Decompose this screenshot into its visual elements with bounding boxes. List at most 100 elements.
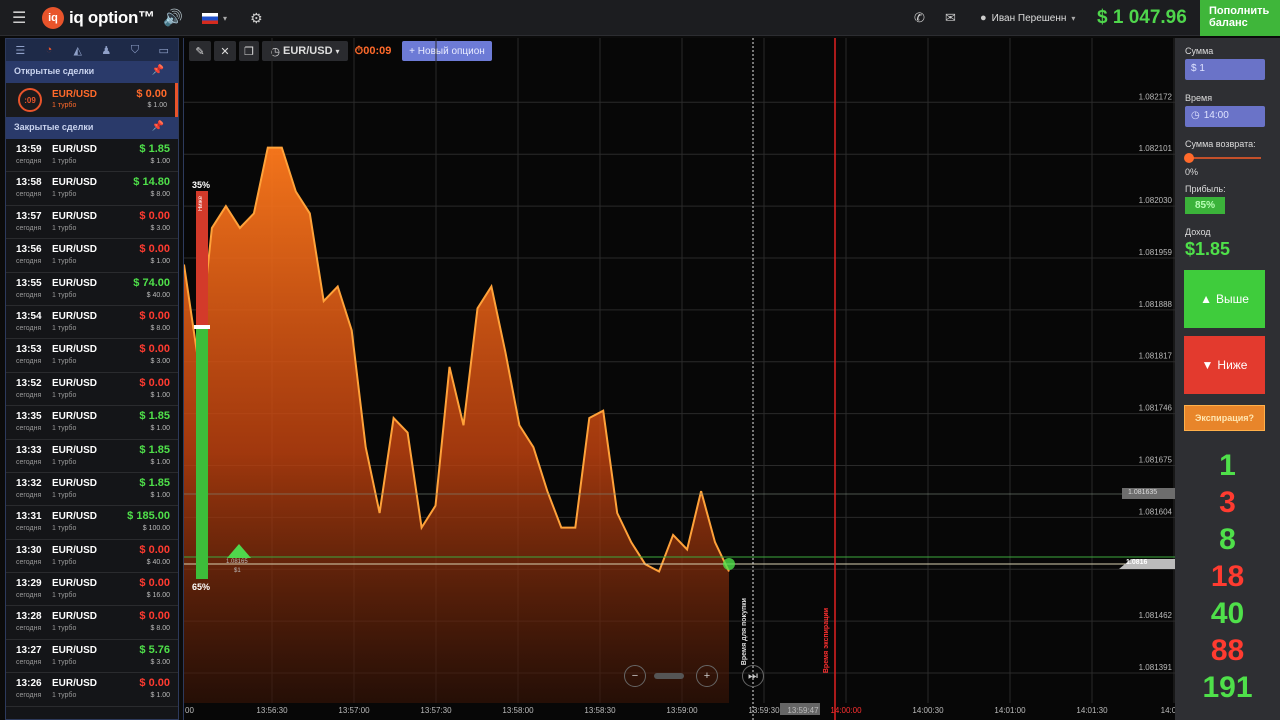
deal-amount: $ 1.00 <box>150 491 170 499</box>
table-row[interactable]: 13:58 сегодня EUR/USD 1 турбо $ 14.80 $ 8.00 <box>6 172 178 206</box>
sum-input[interactable]: $ 1 <box>1185 59 1265 80</box>
table-row[interactable]: 13:33 сегодня EUR/USD 1 турбо $ 1.85 $ 1.00 <box>6 440 178 473</box>
open-deal[interactable]: :09 EUR/USD 1 турбо $ 0.00 $ 1.00 <box>6 83 178 117</box>
sell-label: Ниже <box>198 196 204 212</box>
table-row[interactable]: 13:56 сегодня EUR/USD 1 турбо $ 0.00 $ 1.00 <box>6 239 178 273</box>
buy-time-label: Время для покупки <box>741 598 748 666</box>
table-row[interactable]: 13:59 сегодня EUR/USD 1 турбо $ 1.85 $ 1.00 <box>6 139 178 173</box>
profit-value: 85% <box>1185 197 1225 214</box>
time-value: 14:00 <box>1203 110 1229 121</box>
tab-users[interactable]: ♟ <box>92 39 121 61</box>
time-select[interactable]: ◷ 14:00 <box>1185 106 1265 127</box>
settings-icon[interactable]: ⚙ <box>250 0 263 36</box>
table-row[interactable]: 13:31 сегодня EUR/USD 1 турбо $ 185.00 $ 100.… <box>6 506 178 540</box>
deal-amount: $ 3.00 <box>150 358 170 366</box>
deal-time: 13:59 <box>16 144 42 155</box>
pin-icon[interactable]: 📌 <box>152 121 164 132</box>
table-row[interactable]: 13:30 сегодня EUR/USD 1 турбо $ 0.00 $ 40.00 <box>6 540 178 574</box>
open-deals-header[interactable]: Открытые сделки 📌 <box>6 61 178 83</box>
deal-amount: $ 16.00 <box>146 592 170 600</box>
deal-kind: 1 турбо <box>52 391 77 399</box>
percent-top: 35% <box>192 180 211 190</box>
stat-value: 18 <box>1210 560 1245 593</box>
deal-amount: $ 1.00 <box>147 102 167 109</box>
deal-result: $ 14.80 <box>133 176 170 189</box>
zoom-slider[interactable] <box>654 673 684 679</box>
deal-result: $ 1.85 <box>139 476 170 489</box>
language-select[interactable]: ▾ <box>202 0 227 36</box>
zoom-in-icon[interactable]: + <box>696 665 718 687</box>
deposit-button[interactable]: Пополнить баланс <box>1200 0 1280 36</box>
table-row[interactable]: 13:35 сегодня EUR/USD 1 турбо $ 1.85 $ 1.00 <box>6 406 178 440</box>
user-icon: ● <box>980 12 987 24</box>
table-row[interactable]: 13:26 сегодня EUR/USD 1 турбо $ 0.00 $ 1.00 <box>6 673 178 707</box>
deal-pair: EUR/USD <box>52 644 98 656</box>
logo[interactable]: iq iq option™ <box>42 0 155 36</box>
deal-kind: 1 турбо <box>52 558 77 566</box>
closed-deals-title: Закрытые сделки <box>14 122 94 132</box>
flag-icon <box>202 12 218 24</box>
pin-icon[interactable]: 📌 <box>152 65 164 76</box>
deal-time: 13:56 <box>16 244 42 256</box>
tab-list[interactable]: ☰ <box>6 39 35 61</box>
balance[interactable]: $ 1 047.96 <box>1097 0 1187 36</box>
call-button[interactable]: ▲ Выше <box>1184 270 1265 328</box>
table-row[interactable]: 13:57 сегодня EUR/USD 1 турбо $ 0.00 $ 3.00 <box>6 206 178 240</box>
table-row[interactable]: 13:29 сегодня EUR/USD 1 турбо $ 0.00 $ 16.00 <box>6 573 178 607</box>
deal-kind: 1 турбо <box>52 224 77 232</box>
tab-chart[interactable]: ◭ <box>63 39 92 61</box>
tab-trophy[interactable]: ⛉ <box>121 39 150 61</box>
time-tick-label: 13:58:00 <box>502 706 534 715</box>
time-tick-label: 14:02:0 <box>1161 706 1176 715</box>
user-menu[interactable]: ● Иван Перешенн ▾ <box>980 0 1075 36</box>
deal-day: сегодня <box>16 692 42 700</box>
refund-slider-handle[interactable] <box>1184 153 1194 163</box>
put-button[interactable]: ▼ Ниже <box>1184 336 1265 394</box>
deal-amount: $ 40.00 <box>146 291 170 299</box>
mail-icon[interactable]: ✉ <box>945 0 956 36</box>
deal-day: сегодня <box>16 291 42 299</box>
price-tick-label: 1.081391 <box>1139 663 1173 672</box>
tab-chat[interactable]: ▭ <box>149 39 178 61</box>
table-row[interactable]: 13:27 сегодня EUR/USD 1 турбо $ 5.76 $ 3.00 <box>6 640 178 674</box>
deal-pair: EUR/USD <box>52 210 98 222</box>
deal-timer: :09 <box>18 88 42 112</box>
deal-kind: 1 турбо <box>52 692 77 700</box>
deal-kind: 1 турбо <box>52 358 77 366</box>
deal-time: 13:29 <box>16 578 42 590</box>
deal-pair: EUR/USD <box>52 144 98 155</box>
table-row[interactable]: 13:32 сегодня EUR/USD 1 турбо $ 1.85 $ 1.00 <box>6 473 178 507</box>
closed-deals-header[interactable]: Закрытые сделки 📌 <box>6 117 178 139</box>
deal-time: 13:55 <box>16 277 42 289</box>
menu-icon[interactable]: ☰ <box>12 0 26 36</box>
table-row[interactable]: 13:53 сегодня EUR/USD 1 турбо $ 0.00 $ 3.00 <box>6 339 178 373</box>
expiration-button[interactable]: Экспирация? <box>1184 405 1265 431</box>
deals-sidebar: ☰ ◔ ◭ ♟ ⛉ ▭ Открытые сделки 📌 :09 EUR/US… <box>5 38 179 720</box>
table-row[interactable]: 13:54 сегодня EUR/USD 1 турбо $ 0.00 $ 8.00 <box>6 306 178 340</box>
deal-amount: $ 1.00 <box>150 391 170 399</box>
deal-result: $ 0.00 <box>139 343 170 356</box>
zoom-out-icon[interactable]: − <box>624 665 646 687</box>
deal-amount: $ 100.00 <box>142 525 170 533</box>
deal-day: сегодня <box>16 558 42 566</box>
table-row[interactable]: 13:55 сегодня EUR/USD 1 турбо $ 74.00 $ 40.00 <box>6 273 178 306</box>
deal-day: сегодня <box>16 658 42 666</box>
level-price-tag: 1.081635 <box>1128 489 1158 496</box>
volume-icon[interactable]: 🔊 <box>163 0 183 36</box>
table-row[interactable]: 13:52 сегодня EUR/USD 1 турбо $ 0.00 $ 1.00 <box>6 373 178 407</box>
deal-result: $ 185.00 <box>127 510 170 523</box>
deal-pair: EUR/USD <box>52 89 98 100</box>
price-chart[interactable]: ✎ ✕ ❐ ◷ EUR/USD ▾ ⏱ 00:09 + Новый опцион … <box>183 38 1176 720</box>
deal-result: $ 1.85 <box>139 410 170 423</box>
price-tick-label: 1.081746 <box>1139 404 1173 413</box>
deal-result: $ 0.00 <box>139 376 170 389</box>
phone-icon[interactable]: ✆ <box>914 0 925 36</box>
down-icon: ▼ <box>1201 358 1214 372</box>
refund-slider[interactable] <box>1185 157 1261 159</box>
tab-deals[interactable]: ◔ <box>35 39 64 61</box>
price-tick-label: 1.081959 <box>1139 248 1173 257</box>
scroll-to-now-icon[interactable]: ⏭ <box>742 665 764 687</box>
deal-kind: 1 турбо <box>52 324 77 332</box>
table-row[interactable]: 13:28 сегодня EUR/USD 1 турбо $ 0.00 $ 8.00 <box>6 606 178 640</box>
price-tick-label: 1.081675 <box>1139 456 1173 465</box>
